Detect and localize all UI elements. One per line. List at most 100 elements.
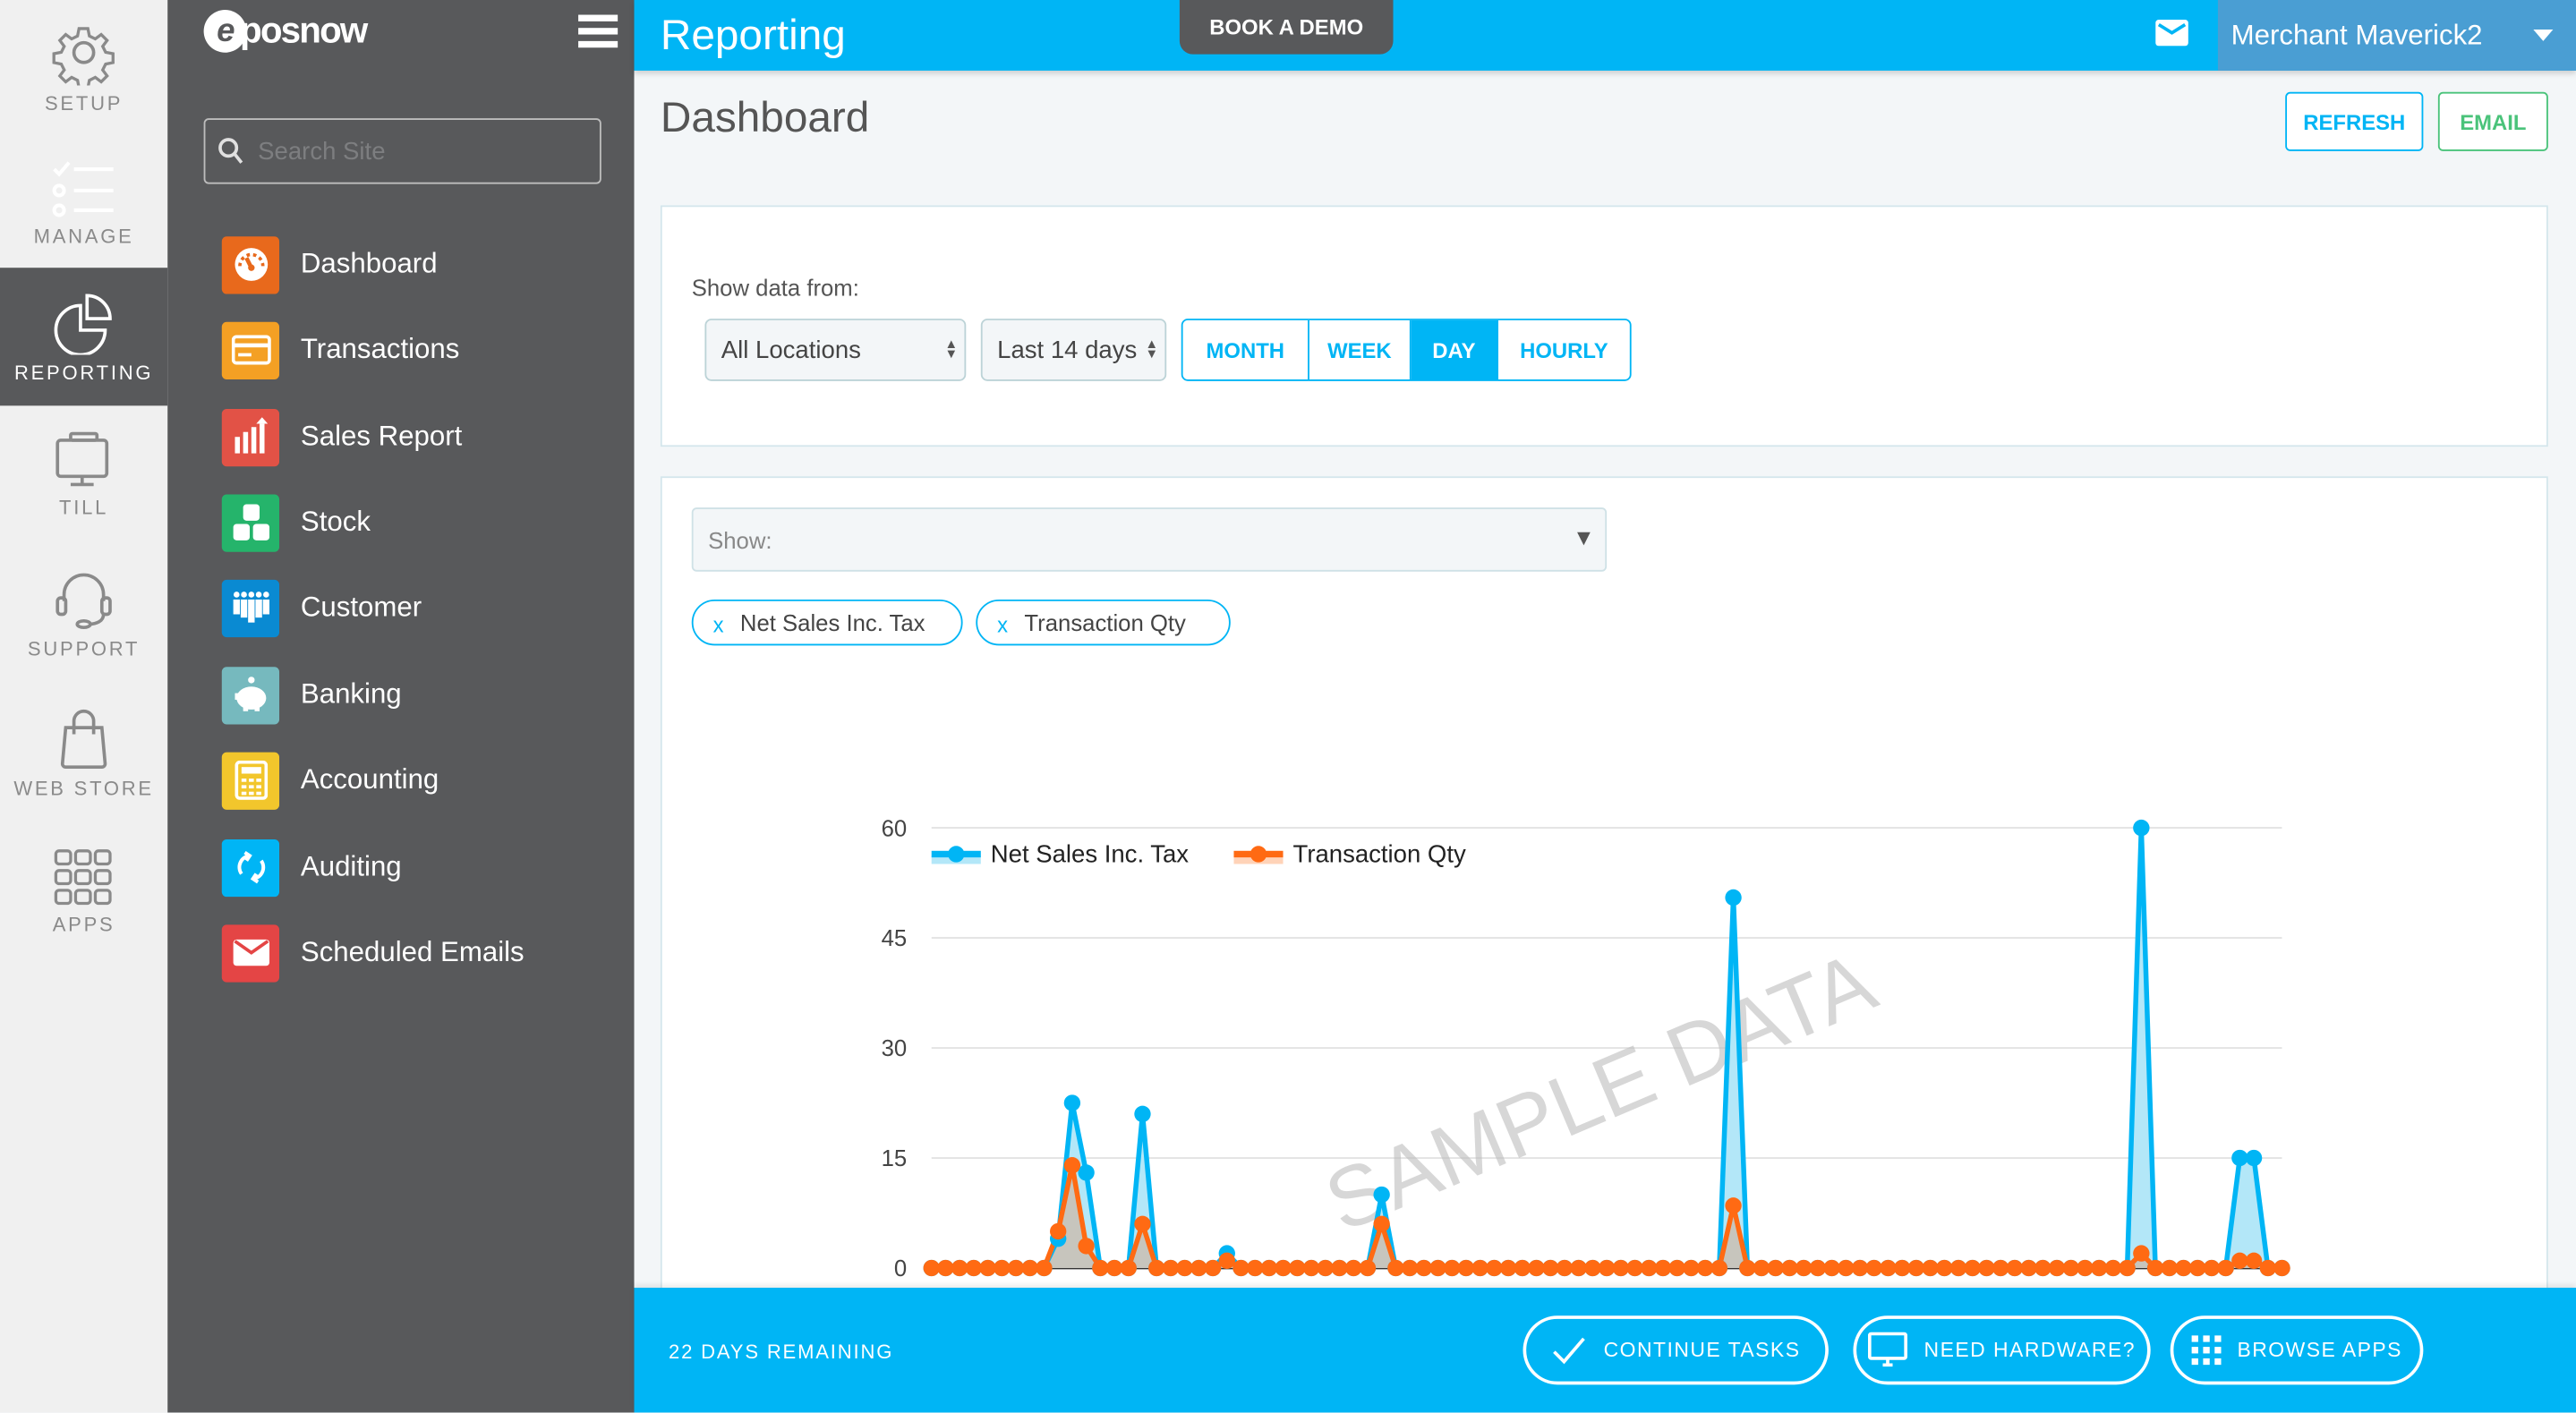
granularity-day[interactable]: DAY	[1411, 319, 1498, 380]
data-point	[1401, 1259, 1419, 1277]
nav-item-auditing[interactable]: Auditing	[221, 838, 402, 897]
updown-icon: ▲ ▼	[1145, 336, 1159, 362]
nav-item-dashboard[interactable]: Dashboard	[221, 234, 438, 294]
chart-panel: Show: x Net Sales Inc. Tax x Transaction…	[660, 476, 2548, 1298]
mail-icon[interactable]	[2155, 20, 2188, 47]
nav-label: Dashboard	[300, 248, 438, 280]
rail-label-reporting: REPORTING	[13, 361, 154, 385]
speedometer-icon	[221, 235, 280, 294]
nav-item-transactions[interactable]: Transactions	[221, 320, 460, 379]
data-point	[1036, 1259, 1053, 1277]
data-point	[1260, 1259, 1278, 1277]
rail-label-setup: SETUP	[44, 91, 124, 115]
location-value: All Locations	[721, 336, 861, 364]
rail-item-setup[interactable]: SETUP	[0, 20, 167, 151]
continue-tasks-button[interactable]: CONTINUE TASKS	[1523, 1315, 1829, 1385]
rail-item-apps[interactable]: APPS	[0, 847, 167, 979]
granularity-hourly[interactable]: HOURLY	[1498, 320, 1630, 379]
sample-data-watermark: SAMPLE DATA	[1312, 934, 1889, 1250]
legend-item-transaction-qty[interactable]: Transaction Qty	[1233, 840, 1466, 868]
data-point	[1486, 1259, 1503, 1277]
data-point	[2119, 1259, 2136, 1277]
refresh-button[interactable]: REFRESH	[2285, 91, 2424, 151]
email-button[interactable]: EMAIL	[2437, 91, 2548, 151]
envelope-icon	[221, 924, 280, 982]
user-menu[interactable]: Merchant Maverick2	[2217, 0, 2576, 71]
data-point	[1922, 1259, 1939, 1277]
nav-item-stock[interactable]: Stock	[221, 493, 371, 552]
data-point	[1880, 1259, 1897, 1277]
nav-label: Sales Report	[300, 420, 463, 452]
data-point	[2231, 1149, 2248, 1167]
hamburger-menu-icon[interactable]	[578, 14, 618, 55]
data-point	[1275, 1259, 1292, 1277]
data-point	[1176, 1259, 1193, 1277]
nav-item-banking[interactable]: Banking	[221, 665, 402, 724]
refresh-icon	[221, 838, 280, 897]
data-point	[1641, 1259, 1658, 1277]
y-tick-label: 0	[894, 1256, 907, 1281]
calculator-icon	[221, 751, 280, 809]
pie-chart-icon	[54, 294, 112, 355]
data-point	[1795, 1259, 1813, 1277]
granularity-week[interactable]: WEEK	[1309, 319, 1412, 380]
data-point	[1696, 1259, 1714, 1277]
nav-label: Transactions	[300, 333, 460, 365]
data-point	[923, 1259, 940, 1277]
data-point	[1851, 1259, 1869, 1277]
data-point	[1007, 1259, 1025, 1277]
browse-apps-button[interactable]: BROWSE APPS	[2170, 1315, 2424, 1385]
book-demo-button[interactable]: BOOK A DEMO	[1179, 0, 1394, 55]
data-point	[1233, 1259, 1250, 1277]
data-point	[2175, 1259, 2192, 1277]
data-point	[2217, 1259, 2234, 1277]
people-icon	[221, 579, 280, 637]
data-point	[1021, 1259, 1038, 1277]
logo-text: posnow	[239, 10, 368, 51]
data-point	[2077, 1259, 2094, 1277]
search-input[interactable]	[254, 135, 590, 167]
data-point	[1078, 1164, 1095, 1181]
till-icon	[55, 431, 109, 487]
need-hardware-label: NEED HARDWARE?	[1923, 1338, 2136, 1362]
data-point	[1893, 1259, 1911, 1277]
eposnow-logo[interactable]: e posnow	[203, 10, 368, 53]
data-point	[979, 1259, 996, 1277]
nav-item-scheduled-emails[interactable]: Scheduled Emails	[221, 924, 525, 983]
nav-item-customer[interactable]: Customer	[221, 578, 422, 637]
rail-item-web-store[interactable]: WEB STORE	[0, 708, 167, 839]
data-point	[1528, 1259, 1545, 1277]
location-select[interactable]: All Locations ▲ ▼	[704, 319, 967, 381]
y-tick-label: 60	[882, 816, 908, 841]
data-point	[1373, 1186, 1390, 1204]
data-point	[1907, 1259, 1925, 1277]
rail-item-support[interactable]: SUPPORT	[0, 568, 167, 700]
rail-item-reporting[interactable]: REPORTING	[0, 268, 168, 406]
nav-label: Customer	[300, 591, 422, 623]
data-point	[2104, 1259, 2122, 1277]
nav-item-sales-report[interactable]: Sales Report	[221, 407, 463, 466]
legend-item-net-sales[interactable]: Net Sales Inc. Tax	[931, 840, 1190, 868]
granularity-month[interactable]: MONTH	[1183, 319, 1309, 380]
data-point	[1739, 1259, 1756, 1277]
checklist-icon	[52, 161, 114, 217]
rail-item-till[interactable]: TILL	[0, 430, 167, 562]
legend-label: Transaction Qty	[1293, 840, 1466, 868]
data-point	[2133, 1245, 2150, 1262]
checkmark-icon	[1553, 1337, 1585, 1365]
data-point	[1556, 1259, 1574, 1277]
data-point	[1444, 1259, 1461, 1277]
data-point	[1190, 1259, 1207, 1277]
nav-item-accounting[interactable]: Accounting	[221, 751, 439, 810]
data-point	[1345, 1259, 1362, 1277]
need-hardware-button[interactable]: NEED HARDWARE?	[1853, 1315, 2151, 1385]
data-point	[1626, 1259, 1643, 1277]
date-range-select[interactable]: Last 14 days ▲ ▼	[980, 319, 1167, 381]
data-point	[1373, 1215, 1390, 1232]
line-chart: 0 15 30 45 60 SAMPLE DATA Net Sales Inc. Tax…	[882, 816, 2290, 1281]
user-name: Merchant Maverick2	[2231, 19, 2483, 50]
data-point	[1105, 1259, 1123, 1277]
data-point	[2146, 1259, 2164, 1277]
data-point	[2048, 1259, 2066, 1277]
nav-label: Accounting	[300, 763, 439, 796]
